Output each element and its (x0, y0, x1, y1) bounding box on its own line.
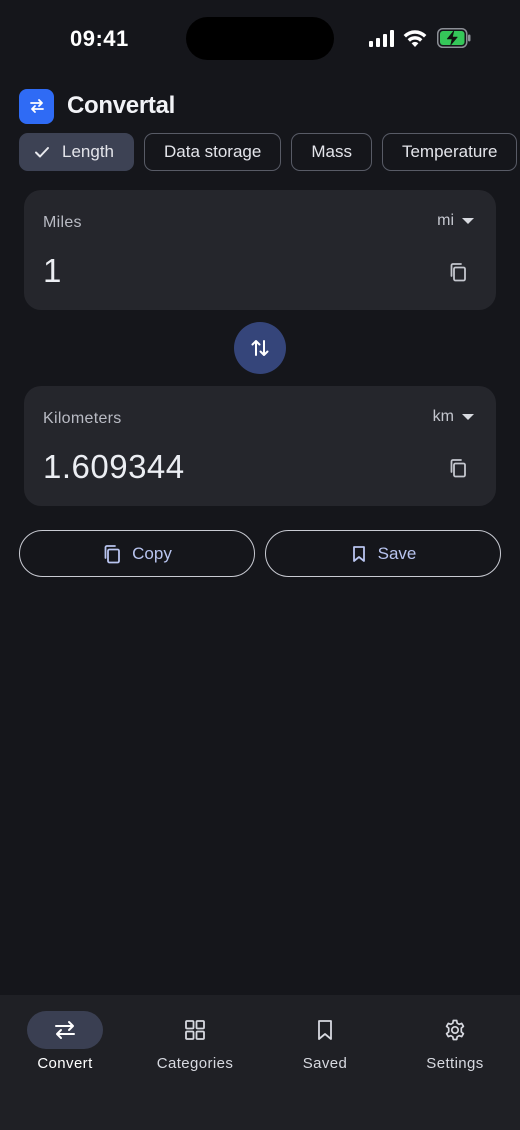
nav-saved[interactable]: Saved (265, 1011, 385, 1072)
from-value-input[interactable]: 1 (43, 252, 62, 290)
swap-arrows-icon (29, 99, 44, 113)
nav-label: Categories (156, 1055, 234, 1072)
app-logo (19, 88, 54, 124)
to-value-output: 1.609344 (43, 448, 185, 485)
chip-label: Length (62, 142, 114, 161)
nav-icon-container (157, 1011, 233, 1049)
from-unit-dropdown[interactable]: mi (437, 212, 474, 230)
bottom-navigation: Convert Categories Saved Settings (0, 995, 520, 1130)
copy-icon (450, 459, 466, 478)
battery-charging-icon (437, 28, 471, 48)
copy-icon (104, 544, 121, 563)
to-unit-symbol: km (432, 408, 454, 425)
nav-label: Saved (302, 1055, 348, 1072)
nav-convert[interactable]: Convert (5, 1011, 125, 1072)
nav-label: Convert (37, 1055, 93, 1072)
to-unit-name: Kilometers (43, 410, 122, 427)
copy-to-value-button[interactable] (446, 456, 470, 480)
status-time: 09:41 (70, 26, 129, 51)
swap-arrows-icon (55, 1021, 75, 1039)
nav-label: Settings (426, 1055, 484, 1072)
checkmark-icon (35, 147, 49, 158)
dynamic-island (186, 17, 334, 60)
chip-label: Mass (311, 142, 352, 161)
save-button[interactable]: Save (265, 530, 501, 577)
nav-active-indicator (27, 1011, 103, 1049)
to-unit-dropdown[interactable]: km (433, 408, 474, 426)
chip-label: Data storage (164, 142, 262, 161)
app-bar: Convertal (19, 88, 175, 124)
nav-settings[interactable]: Settings (395, 1011, 515, 1072)
chip-length[interactable]: Length (19, 133, 134, 171)
save-button-label: Save (377, 543, 417, 563)
swap-vertical-icon (251, 340, 269, 356)
gear-icon (445, 1019, 465, 1041)
copy-from-value-button[interactable] (446, 260, 470, 284)
app-title: Convertal (67, 92, 175, 119)
dropdown-arrow-icon (462, 218, 474, 224)
bookmark-icon (352, 545, 365, 562)
swap-units-button[interactable] (234, 322, 286, 374)
from-unit-card: Miles mi 1 (24, 190, 496, 310)
chip-data-storage[interactable]: Data storage (144, 133, 282, 171)
chip-temperature[interactable]: Temperature (381, 133, 518, 171)
from-unit-symbol: mi (437, 212, 454, 229)
grid-icon (185, 1020, 205, 1040)
bookmark-icon (318, 1020, 332, 1040)
nav-icon-container (287, 1011, 363, 1049)
dropdown-arrow-icon (462, 414, 474, 420)
wifi-icon (403, 30, 427, 47)
copy-button[interactable]: Copy (19, 530, 255, 577)
nav-categories[interactable]: Categories (135, 1011, 255, 1072)
nav-icon-container (417, 1011, 493, 1049)
from-unit-name: Miles (43, 214, 82, 231)
category-chips: Length Data storage Mass Temperature (19, 133, 520, 171)
copy-icon (450, 263, 466, 282)
status-bar: 09:41 (0, 0, 520, 78)
chip-label: Temperature (401, 142, 498, 161)
copy-button-label: Copy (132, 543, 172, 563)
chip-mass[interactable]: Mass (291, 133, 372, 171)
cellular-signal-icon (369, 30, 394, 47)
to-unit-card: Kilometers km 1.609344 (24, 386, 496, 506)
